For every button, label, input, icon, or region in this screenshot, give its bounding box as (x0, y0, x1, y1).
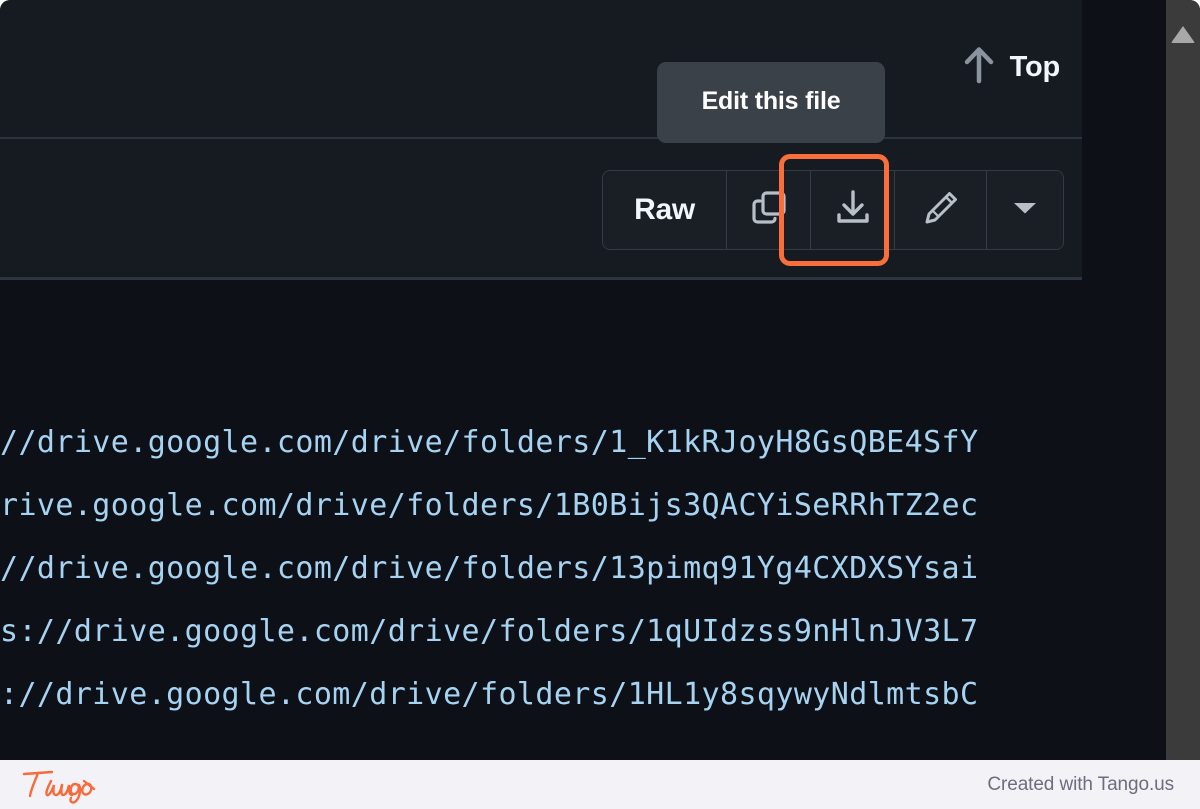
browser-window: Top Edit this file Raw //drive.google.co… (0, 0, 1200, 760)
tango-credit-label: Created with Tango.us (987, 773, 1174, 795)
file-view-button-group: Raw (602, 170, 1064, 250)
file-content-area: //drive.google.com/drive/folders/1_K1kRJ… (0, 280, 1082, 750)
download-icon (833, 188, 873, 233)
tango-logo (18, 765, 118, 805)
content-bottom-edge (0, 750, 1082, 760)
code-line[interactable]: ://drive.google.com/drive/folders/1HL1y8… (0, 663, 1082, 726)
file-actions-toolbar: Raw (602, 170, 1148, 250)
more-file-actions-button[interactable] (987, 171, 1063, 249)
code-line[interactable]: //drive.google.com/drive/folders/1_K1kRJ… (0, 411, 1082, 474)
pencil-icon (920, 187, 962, 234)
code-line[interactable]: //drive.google.com/drive/folders/13pimq9… (0, 537, 1082, 600)
chevron-down-icon (1012, 200, 1038, 221)
back-to-top-label: Top (1009, 51, 1061, 83)
scrollbar-gutter (1082, 0, 1166, 760)
edit-file-tooltip: Edit this file (657, 62, 885, 143)
arrow-up-icon (962, 45, 996, 90)
raw-button-label: Raw (634, 193, 695, 226)
page-scrollbar[interactable] (1166, 0, 1200, 760)
code-line[interactable]: rive.google.com/drive/folders/1B0Bijs3QA… (0, 474, 1082, 537)
code-lines: //drive.google.com/drive/folders/1_K1kRJ… (0, 411, 1082, 726)
copy-icon (749, 188, 789, 233)
raw-button[interactable]: Raw (603, 171, 727, 249)
copy-raw-contents-button[interactable] (727, 171, 811, 249)
edit-file-button[interactable] (895, 171, 987, 249)
triangle-up-icon[interactable] (1171, 26, 1195, 43)
tango-footer: Created with Tango.us (0, 760, 1200, 809)
code-line[interactable]: s://drive.google.com/drive/folders/1qUId… (0, 600, 1082, 663)
download-raw-file-button[interactable] (811, 171, 895, 249)
file-header-band (0, 0, 1082, 138)
back-to-top-button[interactable]: Top (962, 45, 1060, 90)
screenshot-root: Top Edit this file Raw //drive.google.co… (0, 0, 1200, 809)
tooltip-label: Edit this file (701, 87, 841, 115)
